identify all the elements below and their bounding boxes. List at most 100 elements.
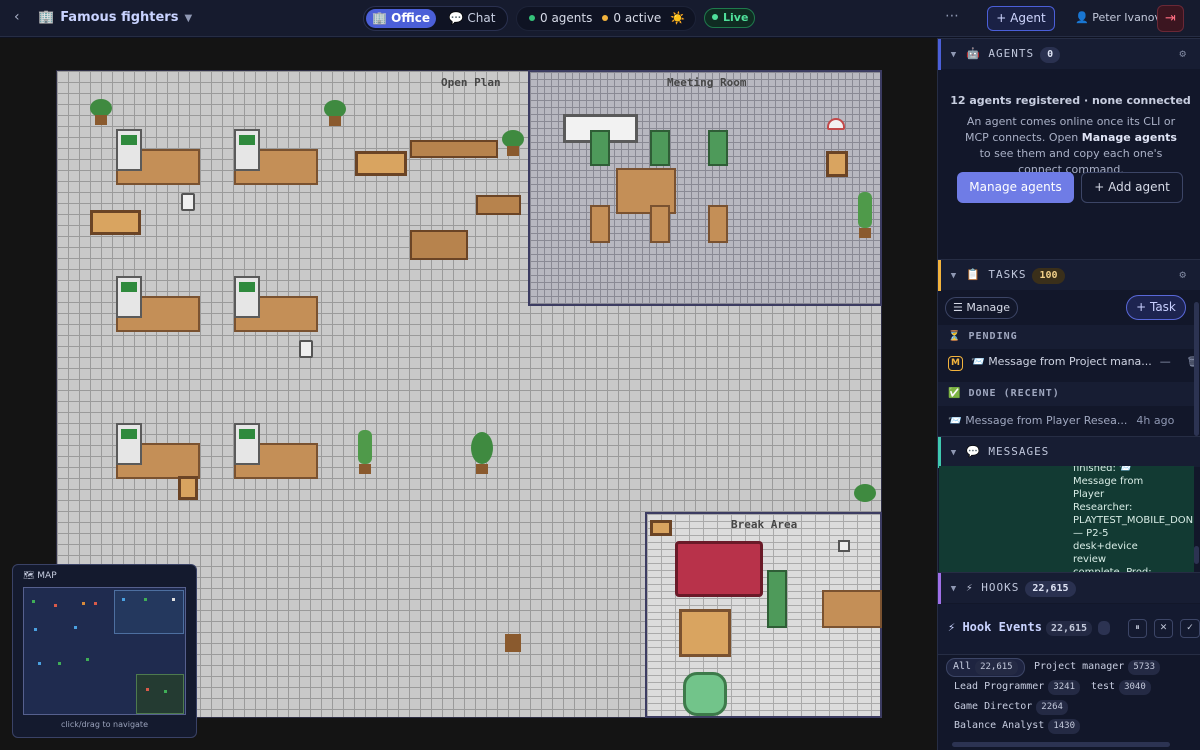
hook-filter-game-director[interactable]: Game Director 2264	[954, 700, 1068, 715]
portrait-icon	[826, 151, 848, 177]
building-icon: 🏢	[38, 10, 55, 25]
pause-button[interactable]: ⏸	[1128, 619, 1147, 638]
clipboard-icon: 📋	[966, 268, 989, 281]
user-menu[interactable]: 👤 Peter Ivanov	[1075, 11, 1161, 24]
chevron-down-icon: ▼	[184, 13, 193, 24]
minimap-marker	[82, 602, 85, 605]
coffee-mug-icon	[838, 540, 850, 552]
computer-icon	[116, 276, 142, 318]
chevron-down-icon: ▼	[950, 271, 958, 281]
chevron-down-icon: ▼	[950, 448, 958, 458]
hook-filter-project-manager[interactable]: Project manager 5733	[1034, 660, 1160, 675]
agent-stats: 0 agents 0 active ☀️	[516, 6, 696, 31]
chevron-left-icon[interactable]: ‹	[14, 9, 20, 25]
computer-icon	[234, 423, 260, 465]
message-bubble: finished: 📨 Message from Player Research…	[1073, 466, 1194, 572]
active-count: 0 active	[613, 11, 662, 25]
chair	[708, 205, 728, 243]
active-dot-icon	[602, 15, 609, 21]
building-icon: 🏢	[372, 11, 392, 25]
chevron-down-icon: ▼	[950, 584, 958, 594]
chair	[708, 130, 728, 166]
bean-bag	[683, 672, 727, 716]
logout-icon: ⇥	[1165, 11, 1176, 26]
chair	[590, 205, 610, 243]
tasks-scrollbar[interactable]	[1194, 302, 1199, 436]
sidebar: ▼ 🤖 AGENTS 0 ⚙ 12 agents registered · none…	[937, 38, 1200, 750]
painting-icon	[90, 210, 141, 235]
meeting-room	[528, 70, 882, 306]
add-agent-button[interactable]: + Agent	[987, 6, 1055, 31]
minimap-marker	[86, 658, 89, 661]
tasks-section-header[interactable]: ▼ 📋 TASKS 100 ⚙	[938, 259, 1200, 291]
minimap-break-area	[136, 674, 184, 714]
chair	[650, 130, 670, 166]
minimap-marker	[144, 598, 147, 601]
hooks-section-header[interactable]: ▼ ⚡ HOOKS 22,615	[938, 572, 1200, 604]
bookshelf	[410, 230, 468, 260]
plant-icon	[502, 130, 524, 158]
agents-help-text: An agent comes online once its CLI or MC…	[965, 115, 1177, 176]
minimap-marker	[32, 600, 35, 603]
gear-icon[interactable]: ⚙	[1179, 260, 1187, 290]
minimap-marker	[74, 626, 77, 629]
hook-filter-balance-analyst[interactable]: Balance Analyst 1430	[954, 719, 1080, 734]
hook-filter-test[interactable]: test 3040	[1091, 680, 1151, 695]
hook-filter-all[interactable]: All 22,615	[946, 658, 1025, 677]
minimap-marker	[34, 628, 37, 631]
check-button[interactable]: ✓	[1180, 619, 1200, 638]
coffee-table	[679, 609, 731, 657]
tab-chat[interactable]: 💬 Chat	[440, 9, 504, 28]
live-badge: Live	[704, 8, 755, 28]
check-icon: ✅	[948, 388, 969, 399]
clear-button[interactable]: ✕	[1154, 619, 1173, 638]
hooks-horizontal-scrollbar[interactable]	[952, 742, 1170, 747]
tab-office[interactable]: 🏢 Office	[366, 9, 436, 28]
more-menu-icon[interactable]: ⋯	[945, 8, 959, 24]
project-name: Famous fighters	[60, 10, 179, 25]
manage-agents-button[interactable]: Manage agents	[957, 172, 1074, 203]
toggle-switch[interactable]	[1098, 620, 1111, 635]
user-icon: 👤	[1075, 11, 1093, 24]
gear-icon[interactable]: ⚙	[1179, 39, 1187, 69]
robot-icon: 🤖	[966, 47, 989, 60]
messages-scrollbar[interactable]	[1194, 546, 1199, 564]
chevron-down-icon: ▼	[950, 50, 958, 60]
computer-icon	[234, 129, 260, 171]
project-selector[interactable]: 🏢 Famous fighters ▼	[38, 10, 192, 25]
logout-button[interactable]: ⇥	[1157, 5, 1184, 32]
minimap[interactable]: 🗺 MAP click/drag to navigate	[12, 564, 197, 738]
minimap-viewport[interactable]	[23, 587, 186, 715]
hooks-count-badge: 22,615	[1025, 581, 1076, 597]
agents-count: 0 agents	[540, 11, 593, 25]
hook-filter-lead-programmer[interactable]: Lead Programmer 3241	[954, 680, 1080, 695]
task-item[interactable]: M📨 Message from Project mana...—🗑	[948, 355, 1200, 371]
lightning-icon: ⚡	[966, 581, 982, 594]
live-dot-icon	[712, 14, 718, 20]
task-item[interactable]: 📨 Message from Player Resea... 4h ago	[948, 414, 1174, 427]
sofa	[675, 541, 763, 597]
computer-icon	[234, 276, 260, 318]
map-icon: 🗺	[23, 571, 38, 581]
minimap-marker	[172, 598, 175, 601]
avatar: M	[948, 356, 963, 371]
add-task-button[interactable]: + Task	[1126, 295, 1186, 320]
painting-icon	[355, 151, 407, 176]
manage-tasks-button[interactable]: ☰ Manage	[945, 297, 1018, 319]
counter	[822, 590, 882, 628]
plant-icon	[471, 432, 493, 478]
plant-icon	[324, 100, 346, 128]
minimap-marker	[164, 690, 167, 693]
trash-bin-icon	[181, 193, 195, 211]
message-list[interactable]: finished: 📨 Message from Player Research…	[939, 466, 1194, 572]
speech-bubble-icon: 💬	[966, 445, 989, 458]
online-dot-icon	[529, 15, 535, 21]
lightning-icon: ⚡	[948, 620, 963, 634]
view-toggle: 🏢 Office 💬 Chat	[363, 6, 508, 31]
computer-icon	[116, 423, 142, 465]
add-agent-panel-button[interactable]: + Add agent	[1081, 172, 1183, 203]
chair	[590, 130, 610, 166]
messages-section-header[interactable]: ▼ 💬 MESSAGES	[938, 436, 1200, 468]
agents-section-header[interactable]: ▼ 🤖 AGENTS 0 ⚙	[938, 38, 1200, 70]
agents-registered-text: 12 agents registered · none connected	[950, 94, 1191, 107]
